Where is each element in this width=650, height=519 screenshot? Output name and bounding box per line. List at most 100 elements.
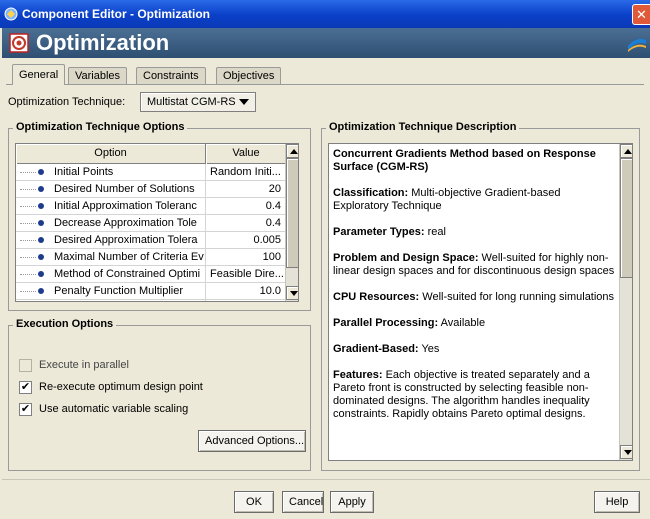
- dialog-footer: OK Cancel Apply Help: [2, 479, 650, 519]
- tab-general[interactable]: General: [12, 64, 66, 85]
- description-scrollbar[interactable]: [619, 144, 632, 460]
- window-titlebar: Component Editor - Optimization ✕: [0, 0, 650, 28]
- ok-button[interactable]: OK: [234, 491, 274, 513]
- table-row[interactable]: Desired Number of Solutions 20: [16, 181, 286, 198]
- checkbox-label: Use automatic variable scaling: [39, 403, 189, 415]
- option-name: Initial Approximation Toleranc: [54, 200, 197, 212]
- scroll-up-button[interactable]: [286, 144, 298, 158]
- option-cell: Initial Points: [16, 164, 206, 181]
- checkbox-box[interactable]: [19, 359, 32, 372]
- value-cell[interactable]: 0.4: [207, 215, 285, 232]
- description-label: CPU Resources:: [333, 291, 420, 303]
- table-header: Option Value: [16, 144, 286, 164]
- table-row[interactable]: Penalty Function Multiplier TurVariable: [16, 300, 286, 301]
- tree-line: [20, 291, 36, 292]
- page-title: Optimization: [36, 30, 170, 55]
- apply-button[interactable]: Apply: [330, 491, 374, 513]
- value-cell[interactable]: 10.0: [207, 283, 285, 300]
- description-label: Problem and Design Space:: [333, 252, 479, 264]
- option-name: Penalty Function Multiplier: [54, 285, 184, 297]
- description-paragraph: Gradient-Based: Yes: [333, 343, 617, 356]
- description-content: Concurrent Gradients Method based on Res…: [333, 148, 617, 434]
- description-paragraph: Features: Each objective is treated sepa…: [333, 369, 617, 421]
- description-paragraph: CPU Resources: Well-suited for long runn…: [333, 291, 617, 304]
- description-value: Available: [440, 317, 486, 329]
- close-icon: ✕: [636, 7, 647, 22]
- value-cell[interactable]: Feasible Dire...: [207, 266, 285, 283]
- options-group: Optimization Technique Options Option Va…: [8, 121, 311, 311]
- option-name: Desired Number of Solutions: [54, 183, 195, 195]
- checkbox-box[interactable]: ✔: [19, 403, 32, 416]
- scroll-down-button[interactable]: [286, 286, 298, 300]
- table-row[interactable]: Penalty Function Multiplier 10.0: [16, 283, 286, 300]
- description-paragraph: Parameter Types: real: [333, 226, 617, 239]
- window-title: Component Editor - Optimization: [22, 7, 210, 21]
- table-row[interactable]: Initial Points Random Initi...: [16, 164, 286, 181]
- description-label: Classification:: [333, 187, 409, 199]
- value-cell[interactable]: 0.005: [207, 232, 285, 249]
- cancel-button[interactable]: Cancel: [282, 491, 324, 513]
- tab-constraints[interactable]: Constraints: [136, 67, 206, 84]
- column-header-value[interactable]: Value: [206, 144, 286, 164]
- bullet-icon: [38, 271, 44, 277]
- tree-line: [20, 257, 36, 258]
- app-icon: [4, 7, 18, 21]
- options-scrollbar[interactable]: [285, 144, 298, 301]
- option-name: Initial Points: [54, 166, 114, 178]
- help-button[interactable]: Help: [594, 491, 640, 513]
- option-name: Method of Constrained Optimi: [54, 268, 201, 280]
- description-label: Parameter Types:: [333, 226, 425, 238]
- tab-divider: [6, 84, 644, 85]
- tab-objectives[interactable]: Objectives: [216, 67, 282, 84]
- tab-variables[interactable]: Variables: [68, 67, 128, 84]
- table-row[interactable]: Maximal Number of Criteria Ev 100: [16, 249, 286, 266]
- scroll-down-button[interactable]: [620, 445, 632, 459]
- scroll-up-button[interactable]: [620, 144, 632, 158]
- table-row[interactable]: Desired Approximation Tolera 0.005: [16, 232, 286, 249]
- table-row[interactable]: Decrease Approximation Tole 0.4: [16, 215, 286, 232]
- tree-line: [20, 223, 36, 224]
- table-row[interactable]: Initial Approximation Toleranc 0.4: [16, 198, 286, 215]
- checkbox-box[interactable]: ✔: [19, 381, 32, 394]
- scroll-thumb[interactable]: [620, 158, 632, 278]
- close-button[interactable]: ✕: [632, 4, 650, 25]
- execution-group-title: Execution Options: [13, 318, 117, 330]
- chevron-down-icon: [239, 99, 249, 105]
- tree-line: [20, 206, 36, 207]
- option-cell: Initial Approximation Toleranc: [16, 198, 206, 215]
- table-row[interactable]: Method of Constrained Optimi Feasible Dir…: [16, 266, 286, 283]
- value-cell[interactable]: 20: [207, 181, 285, 198]
- description-value: Well-suited for long running simulations: [422, 291, 615, 303]
- scroll-thumb[interactable]: [286, 158, 298, 268]
- value-cell[interactable]: 0.4: [207, 198, 285, 215]
- description-paragraph: Problem and Design Space: Well-suited fo…: [333, 252, 617, 278]
- option-cell: Decrease Approximation Tole: [16, 215, 206, 232]
- optimization-icon: [9, 33, 29, 53]
- dialog-body: General Variables Constraints Objectives…: [2, 58, 650, 479]
- description-label: Gradient-Based:: [333, 343, 419, 355]
- bullet-icon: [38, 288, 44, 294]
- table-body: Initial Points Random Initi... Desired Num…: [16, 164, 286, 301]
- column-header-option[interactable]: Option: [16, 144, 206, 164]
- option-cell: Maximal Number of Criteria Ev: [16, 249, 206, 266]
- arrow-down-icon: [624, 450, 632, 455]
- bullet-icon: [38, 186, 44, 192]
- value-cell[interactable]: Random Initi...: [207, 164, 285, 181]
- brand-logo-icon: [628, 38, 646, 52]
- description-paragraph: Parallel Processing: Available: [333, 317, 617, 330]
- technique-dropdown[interactable]: Multistat CGM-RS: [140, 92, 256, 112]
- header-banner: Optimization: [2, 28, 650, 58]
- value-cell[interactable]: Variable: [207, 300, 285, 301]
- option-name: Maximal Number of Criteria Ev: [54, 251, 204, 263]
- description-text-area: Concurrent Gradients Method based on Res…: [328, 143, 633, 461]
- bullet-icon: [38, 220, 44, 226]
- option-cell: Method of Constrained Optimi: [16, 266, 206, 283]
- technique-selected: Multistat CGM-RS: [147, 96, 236, 108]
- description-group: Optimization Technique Description Concu…: [321, 121, 640, 471]
- tree-line: [20, 240, 36, 241]
- bullet-icon: [38, 203, 44, 209]
- advanced-options-button[interactable]: Advanced Options...: [198, 430, 306, 452]
- value-cell[interactable]: 100: [207, 249, 285, 266]
- checkbox-label: Execute in parallel: [39, 359, 129, 371]
- options-table: Option Value Initial Points Random Initi.…: [15, 143, 299, 302]
